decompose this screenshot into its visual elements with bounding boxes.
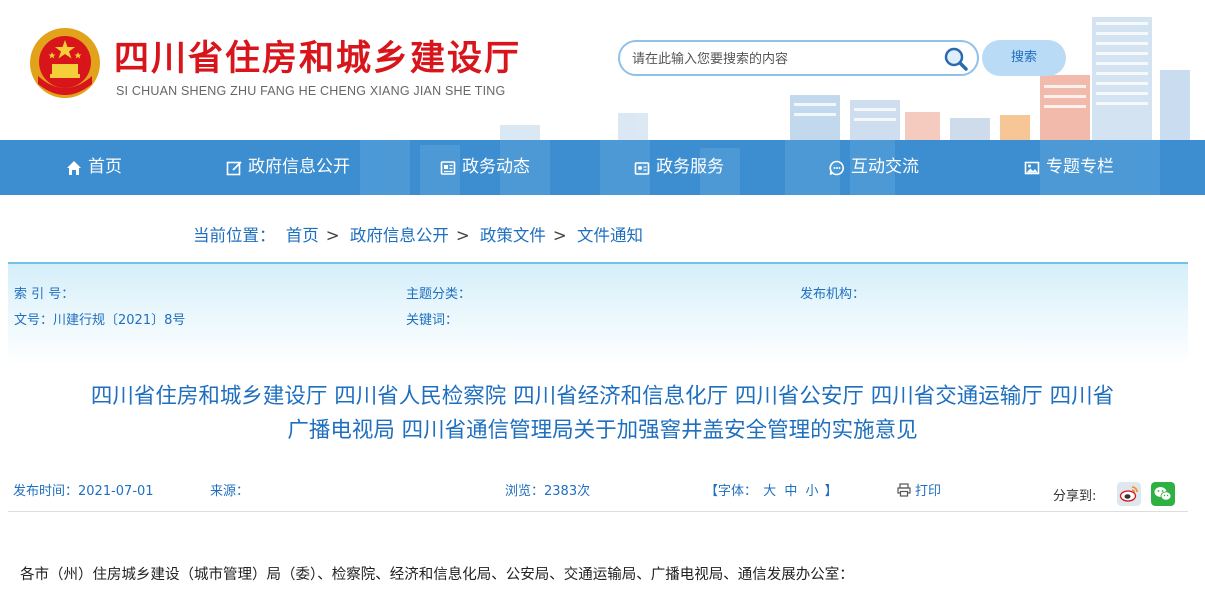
main-nav: 首页 政府信息公开 政务动态 政务服务 互动交流 专题专栏 xyxy=(0,140,1205,195)
news-icon xyxy=(440,160,456,175)
nav-item-special-topics[interactable]: 专题专栏 xyxy=(1024,140,1114,195)
breadcrumb-separator: > xyxy=(455,226,470,245)
meta-keywords: 关键词： xyxy=(406,313,459,328)
breadcrumb-item-home[interactable]: 首页 xyxy=(286,226,319,245)
breadcrumb-prefix: 当前位置： xyxy=(193,226,276,245)
image-icon xyxy=(1024,161,1040,174)
document-title: 四川省住房和城乡建设厅 四川省人民检察院 四川省经济和信息化厅 四川省公安厅 四… xyxy=(20,380,1185,448)
nav-item-gov-service[interactable]: 政务服务 xyxy=(634,140,724,195)
publish-time: 发布时间：2021-07-01 xyxy=(13,484,154,499)
breadcrumb-separator: > xyxy=(325,226,340,245)
search-icon[interactable] xyxy=(943,46,969,72)
search-input[interactable] xyxy=(632,50,942,68)
nav-item-interaction[interactable]: 互动交流 xyxy=(829,140,919,195)
meta-index-no: 索 引 号： xyxy=(14,287,75,302)
edit-icon xyxy=(226,160,242,175)
meta-topic: 主题分类： xyxy=(406,287,472,302)
site-subtitle: SI CHUAN SHENG ZHU FANG HE CHENG XIANG J… xyxy=(116,84,506,98)
font-size-medium-button[interactable]: 中 xyxy=(784,484,797,499)
print-label: 打印 xyxy=(915,484,942,499)
nav-item-gov-info[interactable]: 政府信息公开 xyxy=(226,140,350,195)
print-button[interactable]: 打印 xyxy=(897,480,941,499)
document-info-bar: 发布时间：2021-07-01 来源： 浏览：2383次 【字体： 大 中 小 … xyxy=(8,470,1188,512)
meta-doc-no: 文号：川建行规〔2021〕8号 xyxy=(14,313,186,328)
meta-publisher: 发布机构： xyxy=(800,287,866,302)
nav-item-gov-news[interactable]: 政务动态 xyxy=(440,140,530,195)
service-icon xyxy=(634,161,650,175)
nav-item-home[interactable]: 首页 xyxy=(66,140,122,195)
breadcrumb: 当前位置： 首页 > 政府信息公开 > 政策文件 > 文件通知 xyxy=(193,222,648,246)
font-size-label: 【字体： xyxy=(705,484,758,499)
font-size-end: 】 xyxy=(824,484,838,499)
breadcrumb-item-gov-info[interactable]: 政府信息公开 xyxy=(350,226,449,245)
share-label: 分享到: xyxy=(1053,489,1097,504)
nav-item-label: 政府信息公开 xyxy=(248,157,350,177)
view-count: 浏览：2383次 xyxy=(505,484,591,499)
nav-item-label: 互动交流 xyxy=(851,157,919,177)
wechat-icon[interactable] xyxy=(1151,482,1175,506)
document-meta-box: 索 引 号： 主题分类： 发布机构： 文号：川建行规〔2021〕8号 关键词： xyxy=(8,262,1188,366)
printer-icon xyxy=(897,482,911,497)
document-title-line-1: 四川省住房和城乡建设厅 四川省人民检察院 四川省经济和信息化厅 四川省公安厅 四… xyxy=(90,384,1115,409)
weibo-icon[interactable] xyxy=(1117,482,1141,506)
search-box xyxy=(618,40,979,76)
nav-item-label: 政务动态 xyxy=(462,157,530,177)
chat-icon xyxy=(829,160,844,175)
font-size-small-button[interactable]: 小 xyxy=(805,484,818,499)
nav-item-label: 首页 xyxy=(88,157,122,177)
site-title[interactable]: 四川省住房和城乡建设厅 xyxy=(114,30,521,81)
search-button[interactable]: 搜索 xyxy=(982,40,1066,76)
document-title-line-2: 广播电视局 四川省通信管理局关于加强窨井盖安全管理的实施意见 xyxy=(287,418,918,443)
font-size-switcher: 【字体： 大 中 小 】 xyxy=(705,480,838,499)
breadcrumb-item-policy[interactable]: 政策文件 xyxy=(480,226,546,245)
breadcrumb-separator: > xyxy=(552,226,567,245)
breadcrumb-item-notices[interactable]: 文件通知 xyxy=(577,226,643,245)
nav-item-label: 政务服务 xyxy=(656,157,724,177)
national-emblem-icon xyxy=(30,28,100,98)
font-size-large-button[interactable]: 大 xyxy=(763,484,776,499)
home-icon xyxy=(67,160,81,175)
document-body-first-line: 各市（州）住房城乡建设（城市管理）局（委）、检察院、经济和信息化局、公安局、交通… xyxy=(20,567,854,583)
source: 来源： xyxy=(210,484,250,499)
nav-item-label: 专题专栏 xyxy=(1046,157,1114,177)
site-header: 四川省住房和城乡建设厅 SI CHUAN SHENG ZHU FANG HE C… xyxy=(0,0,1205,140)
